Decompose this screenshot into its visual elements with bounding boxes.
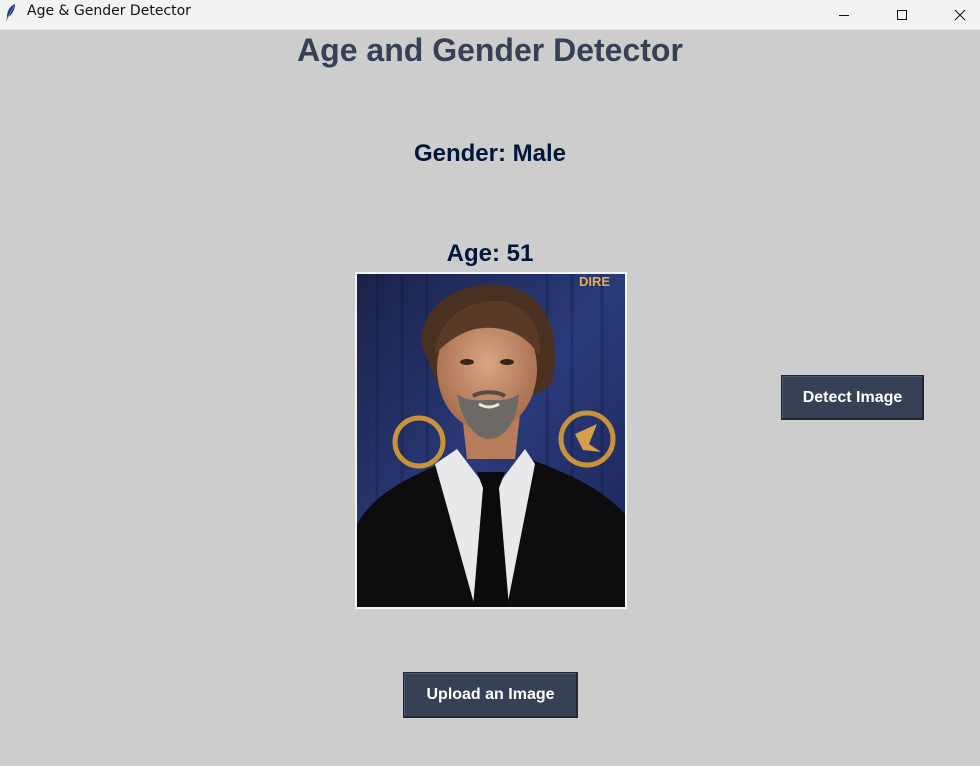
app-window: Age & Gender Detector Age and Gender Det… (0, 0, 980, 766)
app-heading: Age and Gender Detector (297, 32, 683, 68)
detect-image-button[interactable]: Detect Image (781, 375, 924, 420)
maximize-button[interactable] (879, 0, 925, 30)
minimize-icon (839, 15, 849, 16)
uploaded-image: DIRE (355, 272, 627, 609)
window-title: Age & Gender Detector (27, 3, 191, 19)
minimize-button[interactable] (821, 0, 867, 30)
gender-result-label: Gender: Male (413, 140, 567, 167)
title-bar[interactable]: Age & Gender Detector (0, 0, 980, 30)
upload-image-button[interactable]: Upload an Image (403, 672, 578, 718)
portrait-photo: DIRE (357, 274, 625, 607)
feather-icon (4, 3, 18, 23)
close-icon (954, 9, 966, 21)
maximize-icon (897, 10, 907, 20)
close-button[interactable] (937, 0, 980, 30)
backdrop-text: DIRE (579, 274, 610, 289)
age-result-label: Age: 51 (446, 240, 534, 267)
